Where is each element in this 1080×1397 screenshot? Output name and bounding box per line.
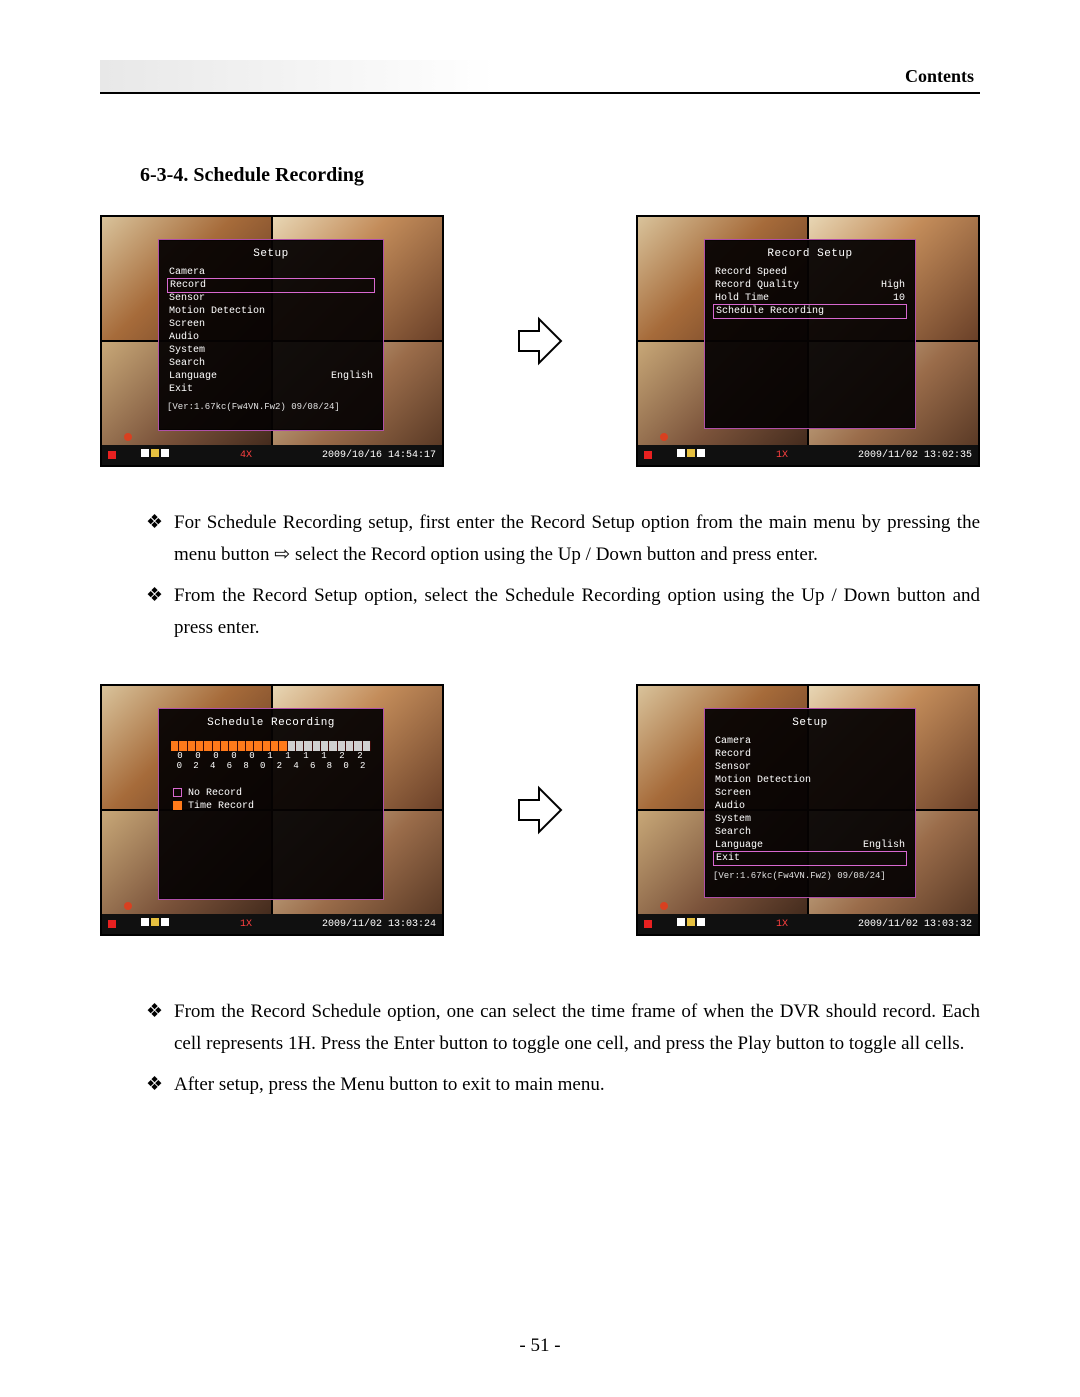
screenshot-record-setup: Record Setup Record Speed Record Quality… xyxy=(636,215,980,467)
screenshot-row-1: Setup Camera Record Sensor Motion Detect… xyxy=(100,215,980,467)
legend-swatch-norecord xyxy=(173,788,182,797)
osd-item: Audio xyxy=(713,800,907,813)
status-bar: 1X 2009/11/02 13:03:24 xyxy=(102,914,442,934)
osd-version: [Ver:1.67kc(Fw4VN.Fw2) 09/08/24] xyxy=(159,396,383,412)
osd-item: Audio xyxy=(167,331,375,344)
osd-item-list: Record Speed Record QualityHigh Hold Tim… xyxy=(705,266,915,319)
zoom-level: 1X xyxy=(776,450,788,461)
osd-item: Motion Detection xyxy=(167,305,375,318)
schedule-timegrid: 00 00 01 11 12 2 02 46 80 24 68 02 xyxy=(159,735,383,773)
screenshot-setup-exit: Setup Camera Record Sensor Motion Detect… xyxy=(636,684,980,936)
osd-version: [Ver:1.67kc(Fw4VN.Fw2) 09/08/24] xyxy=(705,865,915,881)
instruction-item: From the Record Setup option, select the… xyxy=(146,580,980,645)
osd-item-selected: Schedule Recording xyxy=(713,304,907,319)
status-time: 2009/11/02 13:02:35 xyxy=(858,450,972,461)
status-icons xyxy=(140,449,170,461)
status-icons xyxy=(140,918,170,930)
screenshot-row-2: Schedule Recording 00 00 01 11 xyxy=(100,684,980,936)
arrow-icon xyxy=(515,311,565,371)
schedule-legend: No Record Time Record xyxy=(159,783,383,817)
osd-item: LanguageEnglish xyxy=(167,370,375,383)
screenshot-schedule-recording: Schedule Recording 00 00 01 11 xyxy=(100,684,444,936)
page-number: - 51 - xyxy=(0,1335,1080,1357)
osd-item: Record Speed xyxy=(713,266,907,279)
power-indicator xyxy=(644,920,652,928)
osd-item: Motion Detection xyxy=(713,774,907,787)
power-indicator xyxy=(108,920,116,928)
osd-item: Sensor xyxy=(713,761,907,774)
osd-setup-menu-exit: Setup Camera Record Sensor Motion Detect… xyxy=(704,708,916,898)
instruction-list-bottom: From the Record Schedule option, one can… xyxy=(146,996,980,1101)
osd-item-selected: Exit xyxy=(713,851,907,866)
zoom-level: 1X xyxy=(776,919,788,930)
status-time: 2009/11/02 13:03:32 xyxy=(858,919,972,930)
status-bar: 4X 2009/10/16 14:54:17 xyxy=(102,445,442,465)
osd-item: Screen xyxy=(167,318,375,331)
osd-title: Setup xyxy=(705,709,915,735)
osd-item: System xyxy=(713,813,907,826)
status-time: 2009/10/16 14:54:17 xyxy=(322,450,436,461)
osd-item: Camera xyxy=(713,735,907,748)
timegrid-cells xyxy=(171,741,371,751)
arrow-icon xyxy=(515,780,565,840)
osd-title: Setup xyxy=(159,240,383,266)
osd-title: Schedule Recording xyxy=(159,709,383,735)
osd-schedule-menu: Schedule Recording 00 00 01 11 xyxy=(158,708,384,900)
osd-item: Record xyxy=(713,748,907,761)
status-bar: 1X 2009/11/02 13:03:32 xyxy=(638,914,978,934)
status-icons xyxy=(676,918,706,930)
power-indicator xyxy=(644,451,652,459)
osd-item: Exit xyxy=(167,383,375,396)
section-title: 6-3-4. Schedule Recording xyxy=(140,164,980,187)
instruction-item: From the Record Schedule option, one can… xyxy=(146,996,980,1061)
osd-item: System xyxy=(167,344,375,357)
osd-title: Record Setup xyxy=(705,240,915,266)
osd-setup-menu: Setup Camera Record Sensor Motion Detect… xyxy=(158,239,384,431)
osd-item: Record QualityHigh xyxy=(713,279,907,292)
legend-swatch-timerecord xyxy=(173,801,182,810)
status-icons xyxy=(676,449,706,461)
instruction-list-top: For Schedule Recording setup, first ente… xyxy=(146,507,980,644)
timegrid-hours-row1: 00 00 01 11 12 2 xyxy=(171,751,371,761)
instruction-item: After setup, press the Menu button to ex… xyxy=(146,1069,980,1101)
screenshot-setup-main: Setup Camera Record Sensor Motion Detect… xyxy=(100,215,444,467)
zoom-level: 1X xyxy=(240,919,252,930)
osd-item-selected: Record xyxy=(167,278,375,293)
record-indicator xyxy=(124,433,132,441)
zoom-level: 4X xyxy=(240,450,252,461)
timegrid-hours-row2: 02 46 80 24 68 02 xyxy=(171,761,371,771)
osd-item-list: Camera Record Sensor Motion Detection Sc… xyxy=(705,735,915,866)
status-time: 2009/11/02 13:03:24 xyxy=(322,919,436,930)
osd-record-setup-menu: Record Setup Record Speed Record Quality… xyxy=(704,239,916,429)
osd-item: Search xyxy=(713,826,907,839)
status-bar: 1X 2009/11/02 13:02:35 xyxy=(638,445,978,465)
osd-item: Search xyxy=(167,357,375,370)
osd-item-list: Camera Record Sensor Motion Detection Sc… xyxy=(159,266,383,396)
contents-label: Contents xyxy=(905,66,974,87)
page-header: Contents xyxy=(100,60,980,94)
instruction-item: For Schedule Recording setup, first ente… xyxy=(146,507,980,572)
record-indicator xyxy=(660,433,668,441)
osd-item: Sensor xyxy=(167,292,375,305)
power-indicator xyxy=(108,451,116,459)
osd-item: Screen xyxy=(713,787,907,800)
